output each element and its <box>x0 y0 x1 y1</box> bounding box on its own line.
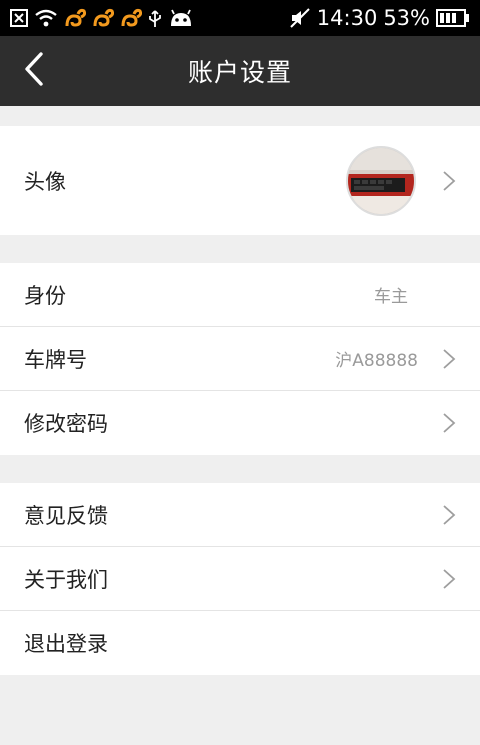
chevron-right-icon <box>442 413 456 433</box>
battery-percent: 53% <box>383 6 430 30</box>
feedback-row[interactable]: 意见反馈 <box>0 483 480 547</box>
usb-icon <box>148 8 162 28</box>
row-label: 身份 <box>24 283 66 308</box>
plate-number-row[interactable]: 车牌号 沪A88888 <box>0 327 480 391</box>
change-password-row[interactable]: 修改密码 <box>0 391 480 455</box>
mute-icon <box>289 8 311 28</box>
chevron-right-icon <box>442 170 456 191</box>
row-label: 意见反馈 <box>24 503 108 528</box>
row-label: 关于我们 <box>24 567 108 592</box>
about-us-row[interactable]: 关于我们 <box>0 547 480 611</box>
row-label: 车牌号 <box>24 347 87 372</box>
status-bar-left <box>10 8 194 28</box>
notification-x-icon <box>10 9 28 27</box>
chevron-left-icon <box>23 51 45 91</box>
status-bar-right: 14:30 53% <box>289 6 470 30</box>
plate-number-value: 沪A88888 <box>335 351 418 371</box>
squirrel-app-icon <box>120 8 142 28</box>
wifi-icon <box>34 9 58 27</box>
row-label: 修改密码 <box>24 412 108 436</box>
status-bar: 14:30 53% <box>0 0 480 36</box>
row-label: 退出登录 <box>24 632 108 656</box>
identity-value: 车主 <box>374 287 408 307</box>
status-time: 14:30 <box>316 6 378 30</box>
identity-row[interactable]: 身份 车主 <box>0 263 480 327</box>
android-icon <box>168 9 194 27</box>
chevron-right-icon <box>442 504 456 525</box>
chevron-right-icon <box>442 568 456 589</box>
chevron-right-icon <box>442 348 456 369</box>
squirrel-app-icon <box>92 8 114 28</box>
settings-group-account: 身份 车主 车牌号 沪A88888 修改密码 <box>0 263 480 455</box>
logout-row[interactable]: 退出登录 <box>0 611 480 675</box>
back-button[interactable] <box>14 36 54 106</box>
row-label: 头像 <box>24 169 66 194</box>
page-title: 账户设置 <box>187 58 292 87</box>
nav-bar: 账户设置 <box>0 36 480 106</box>
settings-group-profile: 头像 <box>0 126 480 235</box>
battery-icon <box>436 9 470 27</box>
squirrel-app-icon <box>64 8 86 28</box>
avatar <box>346 145 416 216</box>
settings-group-misc: 意见反馈 关于我们 退出登录 <box>0 483 480 675</box>
avatar-row[interactable]: 头像 <box>0 126 480 235</box>
